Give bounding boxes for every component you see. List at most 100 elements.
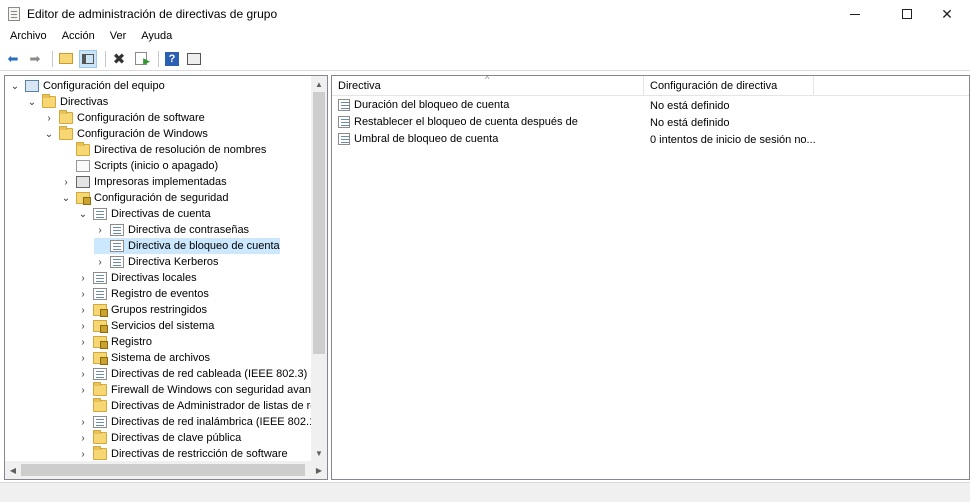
- delete-icon[interactable]: ✖: [110, 50, 128, 68]
- folder-icon: [42, 94, 56, 108]
- tree-node-label: Configuración del equipo: [43, 80, 165, 92]
- list-row[interactable]: Umbral de bloqueo de cuenta 0 intentos de…: [332, 132, 969, 149]
- tree-node-label: Configuración de seguridad: [94, 192, 229, 204]
- doc-icon: [76, 160, 90, 172]
- tree-node[interactable]: › Servicios del sistema: [77, 318, 214, 334]
- title-bar: Editor de administración de directivas d…: [0, 0, 970, 28]
- tree-node[interactable]: › Grupos restringidos: [77, 302, 207, 318]
- expand-right-icon[interactable]: ›: [77, 369, 89, 380]
- folder-icon: [93, 430, 107, 444]
- forward-icon[interactable]: ➡: [26, 50, 44, 68]
- policy-tree: ⌄ Configuración del equipo ⌄ Directivas › Con…: [5, 76, 313, 461]
- expand-right-icon[interactable]: ›: [60, 177, 72, 188]
- tree-node[interactable]: › Firewall de Windows con seguridad avanz…: [77, 382, 313, 398]
- tree-node-label: Directivas de cuenta: [111, 208, 211, 220]
- lock-icon: [93, 304, 108, 317]
- column-header-configuracion[interactable]: Configuración de directiva: [644, 76, 814, 96]
- tree-node-label: Directivas de Administrador de listas de…: [111, 400, 313, 412]
- tree-node[interactable]: ⌄ Configuración del equipo: [9, 78, 165, 94]
- list-row[interactable]: Restablecer el bloqueo de cuenta después…: [332, 115, 969, 132]
- policy-icon: [93, 368, 107, 380]
- export-icon[interactable]: ▶: [132, 50, 150, 68]
- menu-archivo[interactable]: Archivo: [4, 28, 53, 46]
- tree-node-label: Servicios del sistema: [111, 320, 215, 332]
- tree-node[interactable]: ⌄ Directivas de cuenta: [77, 206, 211, 222]
- expand-right-icon[interactable]: ›: [77, 385, 89, 396]
- expand-down-icon[interactable]: ⌄: [77, 209, 89, 220]
- toolbar-separator: [52, 50, 53, 67]
- up-folder-icon[interactable]: [57, 50, 75, 68]
- policy-icon: [93, 416, 107, 428]
- tree-node[interactable]: ⌄ Configuración de Windows: [43, 126, 208, 142]
- window-title: Editor de administración de directivas d…: [27, 7, 278, 21]
- expand-right-icon[interactable]: ›: [77, 289, 89, 300]
- tree-node[interactable]: › Sistema de archivos: [77, 350, 210, 366]
- scroll-up-icon[interactable]: ▲: [311, 76, 327, 92]
- lock-icon: [93, 352, 108, 365]
- expand-right-icon[interactable]: ›: [94, 257, 106, 268]
- expand-right-icon[interactable]: ›: [77, 273, 89, 284]
- policy-setting-icon: [338, 133, 350, 145]
- expand-down-icon[interactable]: ⌄: [60, 193, 72, 204]
- menu-ver[interactable]: Ver: [104, 28, 133, 46]
- tree-node[interactable]: › Directiva Kerberos: [94, 254, 218, 270]
- policy-name: Duración del bloqueo de cuenta: [354, 99, 510, 111]
- menu-accion[interactable]: Acción: [56, 28, 101, 46]
- toolbar: ⬅ ➡ ✖ ▶ ?: [0, 47, 970, 71]
- expand-right-icon[interactable]: ›: [77, 321, 89, 332]
- tree-node[interactable]: ⌄ Directivas: [26, 94, 108, 110]
- list-row[interactable]: Duración del bloqueo de cuenta No está de…: [332, 98, 969, 115]
- back-icon[interactable]: ⬅: [4, 50, 22, 68]
- tree-node-label: Scripts (inicio o apagado): [94, 160, 219, 172]
- tree-node[interactable]: Directiva de resolución de nombres: [60, 142, 266, 158]
- tree-node[interactable]: Scripts (inicio o apagado): [60, 158, 218, 174]
- tree-node-label: Directivas locales: [111, 272, 197, 284]
- scroll-down-icon[interactable]: ▼: [311, 445, 327, 461]
- tree-node[interactable]: › Impresoras implementadas: [60, 174, 227, 190]
- tree-node[interactable]: Directiva de bloqueo de cuenta: [94, 238, 280, 254]
- pc-icon: [25, 80, 39, 92]
- tree-horizontal-scrollbar[interactable]: ◀ ▶: [5, 461, 327, 479]
- expand-right-icon[interactable]: ›: [77, 417, 89, 428]
- minimize-button[interactable]: [832, 0, 878, 28]
- tree-node[interactable]: › Directivas de red cableada (IEEE 802.3): [77, 366, 307, 382]
- tree-node-label: Directiva Kerberos: [128, 256, 219, 268]
- close-icon: ✕: [941, 5, 953, 22]
- scrollbar-thumb[interactable]: [21, 464, 305, 476]
- expand-right-icon[interactable]: ›: [77, 433, 89, 444]
- expand-right-icon[interactable]: ›: [94, 225, 106, 236]
- tree-node[interactable]: › Directivas de red inalámbrica (IEEE 802…: [77, 414, 313, 430]
- close-button[interactable]: ✕: [924, 0, 970, 28]
- tree-node[interactable]: › Directiva de contraseñas: [94, 222, 249, 238]
- expand-down-icon[interactable]: ⌄: [43, 129, 55, 140]
- tree-node-label: Directivas de restricción de software: [111, 448, 288, 460]
- help-icon[interactable]: ?: [163, 50, 181, 68]
- menu-ayuda[interactable]: Ayuda: [135, 28, 178, 46]
- policy-value: No está definido: [650, 117, 730, 129]
- tree-node[interactable]: › Directivas de restricción de software: [77, 446, 288, 461]
- scroll-left-icon[interactable]: ◀: [5, 462, 21, 478]
- tree-node[interactable]: Directivas de Administrador de listas de…: [77, 398, 313, 414]
- tree-node[interactable]: › Configuración de software: [43, 110, 205, 126]
- expand-right-icon[interactable]: ›: [77, 449, 89, 460]
- tree-node[interactable]: › Directivas de clave pública: [77, 430, 241, 446]
- expand-right-icon[interactable]: ›: [77, 337, 89, 348]
- expand-right-icon[interactable]: ›: [43, 113, 55, 124]
- tree-node[interactable]: ⌄ Configuración de seguridad: [60, 190, 229, 206]
- expand-down-icon[interactable]: ⌄: [9, 81, 21, 92]
- folder-icon: [93, 398, 107, 412]
- expand-right-icon[interactable]: ›: [77, 353, 89, 364]
- expand-right-icon[interactable]: ›: [77, 305, 89, 316]
- properties-icon[interactable]: [185, 50, 203, 68]
- column-header-directiva[interactable]: Directiva: [332, 76, 644, 96]
- scrollbar-thumb[interactable]: [313, 92, 325, 354]
- tree-node[interactable]: › Directivas locales: [77, 270, 197, 286]
- policy-name: Umbral de bloqueo de cuenta: [354, 133, 499, 145]
- tree-node[interactable]: › Registro: [77, 334, 152, 350]
- list-header: ^ Directiva Configuración de directiva: [332, 76, 969, 96]
- tree-node[interactable]: › Registro de eventos: [77, 286, 209, 302]
- expand-down-icon[interactable]: ⌄: [26, 97, 38, 108]
- tree-vertical-scrollbar[interactable]: ▲ ▼: [311, 76, 327, 461]
- show-hide-tree-icon[interactable]: [79, 49, 97, 68]
- scroll-right-icon[interactable]: ▶: [311, 462, 327, 478]
